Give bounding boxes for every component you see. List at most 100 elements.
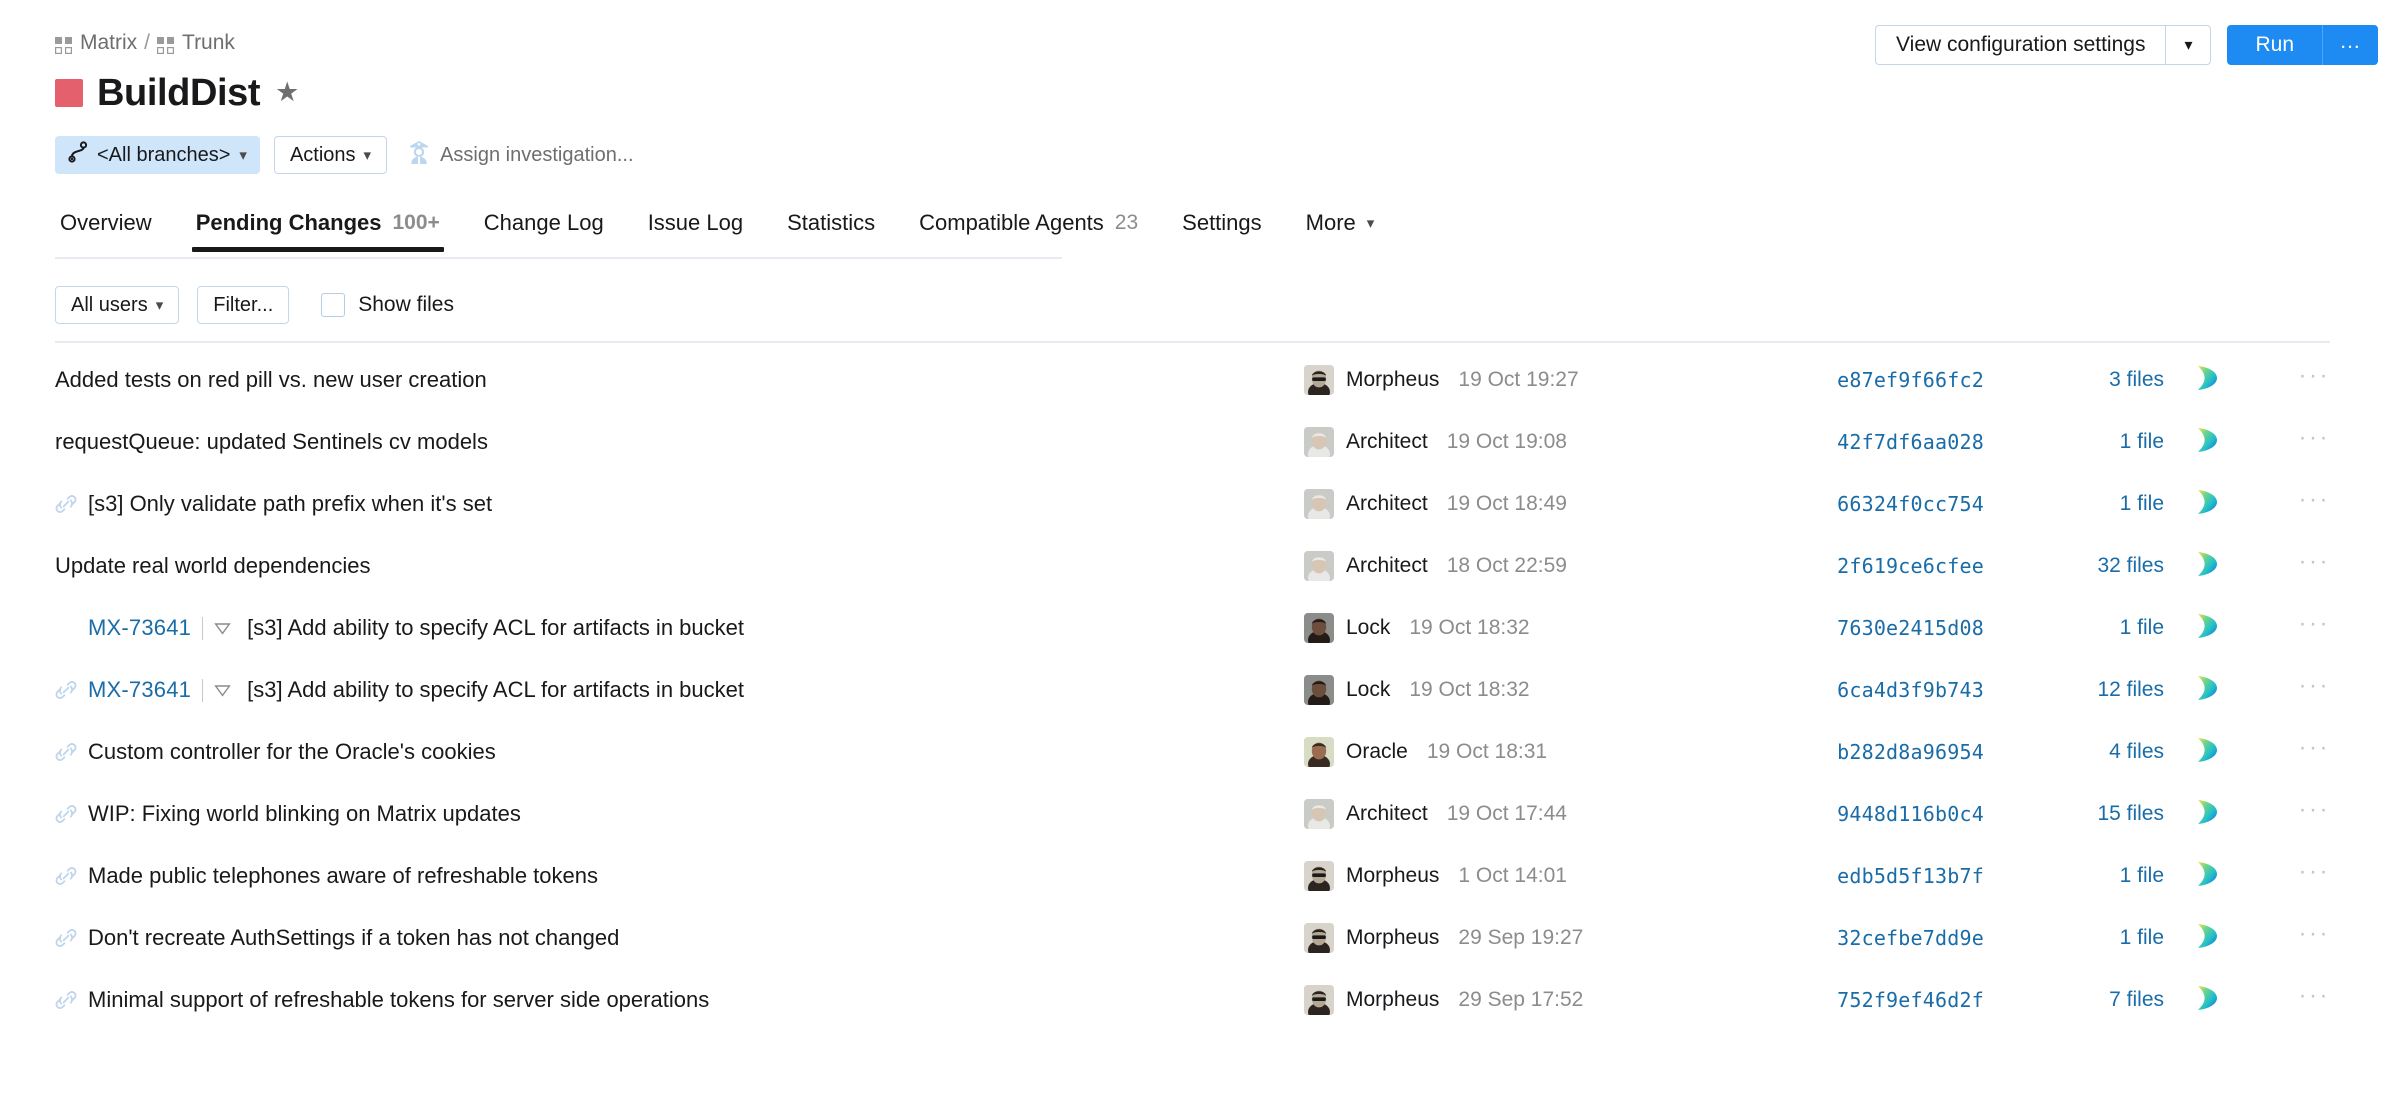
files-count-link[interactable]: 1 file [2120, 616, 2164, 639]
files-count-link[interactable]: 32 files [2097, 554, 2164, 577]
row-overflow-menu-icon[interactable]: ··· [2299, 426, 2330, 458]
files-count-link[interactable]: 15 files [2097, 802, 2164, 825]
revision-hash-link[interactable]: 2f619ce6cfee [1837, 554, 1984, 578]
change-message-text[interactable]: Minimal support of refreshable tokens fo… [88, 987, 709, 1013]
change-message-text[interactable]: WIP: Fixing world blinking on Matrix upd… [88, 801, 521, 827]
row-overflow-menu-icon[interactable]: ··· [2299, 860, 2330, 892]
table-row[interactable]: [s3] Only validate path prefix when it's… [55, 473, 2330, 535]
author-name[interactable]: Architect [1346, 802, 1428, 826]
filter-button[interactable]: Filter... [197, 286, 290, 324]
open-in-ide-icon[interactable] [2191, 920, 2223, 957]
link-icon[interactable] [55, 679, 77, 701]
row-overflow-menu-icon[interactable]: ··· [2299, 798, 2330, 830]
revision-hash-link[interactable]: b282d8a96954 [1837, 740, 1984, 764]
show-files-toggle[interactable]: Show files [321, 293, 454, 317]
change-message-text[interactable]: Added tests on red pill vs. new user cre… [55, 367, 487, 393]
tab-statistics[interactable]: Statistics [765, 201, 897, 245]
tab-compatible-agents[interactable]: Compatible Agents 23 [897, 201, 1160, 245]
open-in-ide-icon[interactable] [2191, 858, 2223, 895]
revision-hash-link[interactable]: 752f9ef46d2f [1837, 988, 1984, 1012]
table-row[interactable]: WIP: Fixing world blinking on Matrix upd… [55, 783, 2330, 845]
table-row[interactable]: Minimal support of refreshable tokens fo… [55, 969, 2330, 1031]
user-filter-button[interactable]: All users ▾ [55, 286, 180, 324]
open-in-ide-icon[interactable] [2191, 734, 2223, 771]
table-row[interactable]: Added tests on red pill vs. new user cre… [55, 349, 2330, 411]
revision-hash-link[interactable]: 7630e2415d08 [1837, 616, 1984, 640]
open-in-ide-icon[interactable] [2191, 796, 2223, 833]
open-in-ide-icon[interactable] [2191, 672, 2223, 709]
issue-id-link[interactable]: MX-73641 [88, 615, 191, 641]
row-overflow-menu-icon[interactable]: ··· [2299, 922, 2330, 954]
view-configuration-settings-button[interactable]: View configuration settings [1875, 25, 2166, 65]
show-files-checkbox[interactable] [321, 293, 346, 317]
table-row[interactable]: requestQueue: updated Sentinels cv model… [55, 411, 2330, 473]
table-row[interactable]: Don't recreate AuthSettings if a token h… [55, 907, 2330, 969]
change-message-text[interactable]: [s3] Add ability to specify ACL for arti… [247, 615, 744, 641]
revision-hash-link[interactable]: e87ef9f66fc2 [1837, 368, 1984, 392]
branch-selector-button[interactable]: <All branches> ▾ [55, 136, 260, 174]
tab-settings[interactable]: Settings [1160, 201, 1284, 245]
view-configuration-settings-dropdown[interactable]: ▾ [2165, 25, 2212, 65]
files-count-link[interactable]: 1 file [2120, 926, 2164, 949]
author-name[interactable]: Oracle [1346, 740, 1408, 764]
breadcrumb-project-link[interactable]: Matrix [55, 31, 137, 55]
author-name[interactable]: Morpheus [1346, 988, 1439, 1012]
author-name[interactable]: Architect [1346, 554, 1428, 578]
row-overflow-menu-icon[interactable]: ··· [2299, 488, 2330, 520]
revision-hash-link[interactable]: 42f7df6aa028 [1837, 430, 1984, 454]
table-row[interactable]: Update real world dependencies Architect 1… [55, 535, 2330, 597]
favorite-star-icon[interactable]: ★ [275, 78, 299, 106]
files-count-link[interactable]: 1 file [2120, 492, 2164, 515]
link-icon[interactable] [55, 927, 77, 949]
run-options-button[interactable]: ... [2322, 25, 2378, 65]
link-icon[interactable] [55, 989, 77, 1011]
revision-hash-link[interactable]: 9448d116b0c4 [1837, 802, 1984, 826]
row-overflow-menu-icon[interactable]: ··· [2299, 674, 2330, 706]
row-overflow-menu-icon[interactable]: ··· [2299, 364, 2330, 396]
link-icon[interactable] [55, 803, 77, 825]
row-overflow-menu-icon[interactable]: ··· [2299, 984, 2330, 1016]
tab-overview[interactable]: Overview [55, 201, 174, 245]
link-icon[interactable] [55, 741, 77, 763]
tab-more[interactable]: More ▾ [1284, 201, 1397, 245]
issue-id-link[interactable]: MX-73641 [88, 677, 191, 703]
open-in-ide-icon[interactable] [2191, 362, 2223, 399]
revision-hash-link[interactable]: 32cefbe7dd9e [1837, 926, 1984, 950]
open-in-ide-icon[interactable] [2191, 548, 2223, 585]
change-message-text[interactable]: Update real world dependencies [55, 553, 371, 579]
table-row[interactable]: MX-73641 [s3] Add ability to specify ACL … [55, 597, 2330, 659]
table-row[interactable]: MX-73641 [s3] Add ability to specify ACL … [55, 659, 2330, 721]
change-message-text[interactable]: requestQueue: updated Sentinels cv model… [55, 429, 488, 455]
row-overflow-menu-icon[interactable]: ··· [2299, 612, 2330, 644]
files-count-link[interactable]: 1 file [2120, 430, 2164, 453]
open-in-ide-icon[interactable] [2191, 424, 2223, 461]
open-in-ide-icon[interactable] [2191, 982, 2223, 1019]
tab-change-log[interactable]: Change Log [462, 201, 626, 245]
change-message-text[interactable]: Made public telephones aware of refresha… [88, 863, 598, 889]
tab-pending-changes[interactable]: Pending Changes 100+ [174, 201, 462, 252]
row-overflow-menu-icon[interactable]: ··· [2299, 736, 2330, 768]
link-icon[interactable] [55, 493, 77, 515]
revision-hash-link[interactable]: 66324f0cc754 [1837, 492, 1984, 516]
assign-investigation-button[interactable]: Assign investigation... [407, 139, 634, 171]
files-count-link[interactable]: 1 file [2120, 864, 2164, 887]
change-message-text[interactable]: [s3] Only validate path prefix when it's… [88, 491, 492, 517]
files-count-link[interactable]: 12 files [2097, 678, 2164, 701]
author-name[interactable]: Lock [1346, 678, 1390, 702]
row-overflow-menu-icon[interactable]: ··· [2299, 550, 2330, 582]
tab-issue-log[interactable]: Issue Log [626, 201, 765, 245]
author-name[interactable]: Architect [1346, 430, 1428, 454]
files-count-link[interactable]: 7 files [2109, 988, 2164, 1011]
revision-hash-link[interactable]: edb5d5f13b7f [1837, 864, 1984, 888]
issue-expand-caret-icon[interactable] [214, 683, 231, 698]
author-name[interactable]: Morpheus [1346, 926, 1439, 950]
author-name[interactable]: Morpheus [1346, 368, 1439, 392]
breadcrumb-subproject-link[interactable]: Trunk [157, 31, 235, 55]
files-count-link[interactable]: 3 files [2109, 368, 2164, 391]
link-icon[interactable] [55, 865, 77, 887]
change-message-text[interactable]: Don't recreate AuthSettings if a token h… [88, 925, 619, 951]
author-name[interactable]: Morpheus [1346, 864, 1439, 888]
author-name[interactable]: Lock [1346, 616, 1390, 640]
actions-menu-button[interactable]: Actions ▾ [273, 136, 388, 174]
open-in-ide-icon[interactable] [2191, 610, 2223, 647]
